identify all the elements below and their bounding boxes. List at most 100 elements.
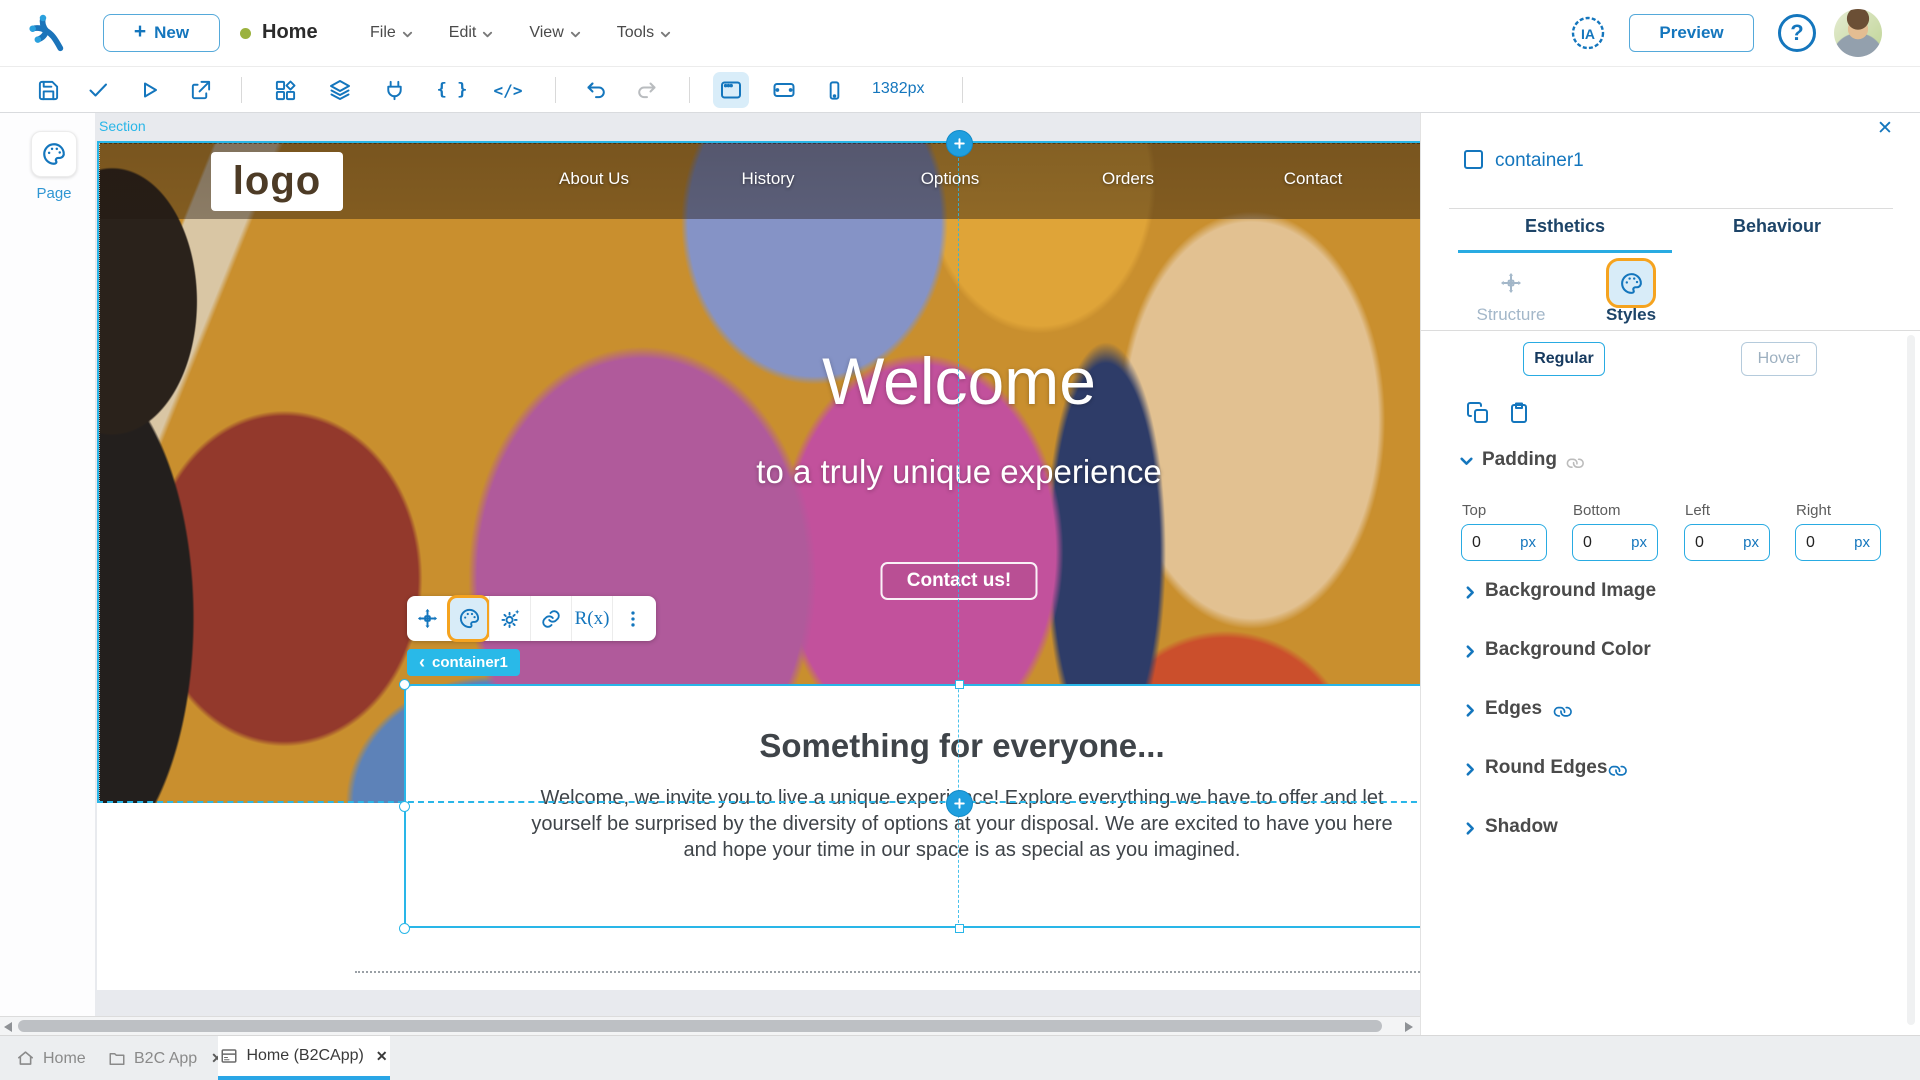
menu-tools[interactable]: Tools xyxy=(617,24,671,42)
tab-behaviour[interactable]: Behaviour xyxy=(1693,216,1861,237)
edges-link-icon[interactable] xyxy=(1545,698,1577,730)
padding-right-input[interactable] xyxy=(1806,533,1851,552)
run-play-icon[interactable] xyxy=(131,72,167,108)
source-code-icon[interactable]: </> xyxy=(490,72,526,108)
subtab-structure-label[interactable]: Structure xyxy=(1461,305,1561,325)
preview-button[interactable]: Preview xyxy=(1629,14,1754,52)
variables-braces-icon[interactable]: { } xyxy=(434,72,470,108)
device-desktop-icon[interactable] xyxy=(713,72,749,108)
app-logo-icon[interactable] xyxy=(26,12,68,54)
background-image-chevron-icon[interactable] xyxy=(1463,585,1478,605)
edges-chevron-icon[interactable] xyxy=(1463,703,1478,723)
bottom-tab-home[interactable]: Home xyxy=(16,1036,86,1080)
selected-widget-tag[interactable]: ‹ container1 xyxy=(407,649,520,676)
design-canvas[interactable]: Section logo About Us History Options Or… xyxy=(95,113,1420,1016)
padding-link-icon[interactable] xyxy=(1558,450,1588,480)
canvas-horizontal-scrollbar[interactable] xyxy=(0,1016,1420,1035)
padding-bottom-label: Bottom xyxy=(1573,502,1621,519)
section-round-edges[interactable]: Round Edges xyxy=(1485,757,1607,779)
integrations-plug-icon[interactable] xyxy=(376,72,412,108)
content-paragraph-line[interactable]: and hope your time in our space is as sp… xyxy=(684,837,1241,863)
device-phone-icon[interactable] xyxy=(816,72,852,108)
undo-icon[interactable] xyxy=(578,72,614,108)
menu-edit[interactable]: Edit xyxy=(449,24,494,42)
background-color-chevron-icon[interactable] xyxy=(1463,644,1478,664)
padding-left-input[interactable] xyxy=(1695,533,1740,552)
widget-toolbar: R(x) xyxy=(407,595,656,642)
hero-subtitle[interactable]: to a truly unique experience xyxy=(756,453,1161,491)
page-label[interactable]: Page xyxy=(0,185,108,202)
help-icon[interactable]: ? xyxy=(1778,14,1816,52)
layers-icon[interactable] xyxy=(322,72,358,108)
user-avatar[interactable] xyxy=(1834,9,1882,57)
state-hover-button[interactable]: Hover xyxy=(1741,342,1817,376)
new-button[interactable]: + New xyxy=(103,14,220,52)
menu-file[interactable]: File xyxy=(370,24,413,42)
nav-link-orders[interactable]: Orders xyxy=(1102,169,1154,189)
add-element-handle[interactable] xyxy=(946,790,973,817)
redo-icon[interactable] xyxy=(629,72,665,108)
menu-view-label: View xyxy=(529,24,564,41)
section-shadow[interactable]: Shadow xyxy=(1485,816,1558,838)
scrollbar-thumb[interactable] xyxy=(18,1020,1382,1032)
more-options-icon[interactable] xyxy=(612,596,653,641)
bottom-tab-home-b2capp-active[interactable]: Home (B2CApp) ✕ xyxy=(218,1036,390,1080)
section-selection-label[interactable]: Section xyxy=(99,118,146,134)
menu-view[interactable]: View xyxy=(529,24,580,42)
save-icon[interactable] xyxy=(30,72,66,108)
state-regular-button[interactable]: Regular xyxy=(1523,342,1605,376)
nav-link-options[interactable]: Options xyxy=(921,169,980,189)
panel-scrollbar[interactable] xyxy=(1907,335,1915,1025)
section-background-image[interactable]: Background Image xyxy=(1485,580,1656,602)
padding-collapse-chevron-icon[interactable] xyxy=(1459,454,1474,474)
padding-bottom-input[interactable] xyxy=(1583,533,1628,552)
styles-palette-icon[interactable] xyxy=(447,595,490,642)
move-widget-icon[interactable] xyxy=(407,596,448,641)
close-tab-icon[interactable]: ✕ xyxy=(376,1048,388,1065)
paste-styles-icon[interactable] xyxy=(1507,401,1531,430)
resize-handle[interactable] xyxy=(399,679,410,690)
ai-assistant-icon[interactable]: IA xyxy=(1566,11,1610,55)
container1-widget[interactable]: Something for everyone... Welcome, we in… xyxy=(404,684,1420,928)
menu-file-label: File xyxy=(370,24,396,41)
site-logo-text: logo xyxy=(232,159,322,203)
scroll-left-arrow-icon[interactable] xyxy=(4,1022,13,1032)
hero-title[interactable]: Welcome xyxy=(822,343,1096,419)
nav-link-history[interactable]: History xyxy=(742,169,795,189)
subtab-styles-icon[interactable] xyxy=(1606,258,1656,308)
section-edges[interactable]: Edges xyxy=(1485,698,1542,720)
padding-top-input[interactable] xyxy=(1472,533,1517,552)
cta-button[interactable]: Contact us! xyxy=(880,562,1038,600)
validate-check-icon[interactable] xyxy=(80,72,116,108)
add-element-handle[interactable] xyxy=(946,130,973,157)
page-styles-palette-icon[interactable] xyxy=(31,131,77,177)
subtab-structure-icon[interactable] xyxy=(1489,261,1533,305)
resize-handle[interactable] xyxy=(399,923,410,934)
copy-styles-icon[interactable] xyxy=(1466,401,1490,430)
resize-handle[interactable] xyxy=(399,801,410,812)
shadow-chevron-icon[interactable] xyxy=(1463,821,1478,841)
link-icon[interactable] xyxy=(530,596,571,641)
section-background-color[interactable]: Background Color xyxy=(1485,639,1651,661)
round-edges-chevron-icon[interactable] xyxy=(1463,762,1478,782)
rules-rx-icon[interactable]: R(x) xyxy=(571,596,612,641)
nav-link-contact[interactable]: Contact xyxy=(1284,169,1343,189)
padding-section-title[interactable]: Padding xyxy=(1482,449,1557,471)
export-icon[interactable] xyxy=(182,72,218,108)
tab-esthetics[interactable]: Esthetics xyxy=(1481,216,1649,237)
page-window-icon xyxy=(221,1049,237,1063)
nav-link-about[interactable]: About Us xyxy=(559,169,629,189)
device-tablet-icon[interactable] xyxy=(766,72,802,108)
panel-close-icon[interactable]: ✕ xyxy=(1877,117,1893,140)
site-logo[interactable]: logo xyxy=(211,152,343,211)
subtab-styles-label[interactable]: Styles xyxy=(1581,305,1681,325)
bottom-tab-b2c-app[interactable]: B2C App ✕ xyxy=(108,1036,223,1080)
viewport-width-value: 1382px xyxy=(872,80,925,97)
resize-handle[interactable] xyxy=(955,924,964,933)
widgets-blocks-icon[interactable] xyxy=(267,72,303,108)
settings-gear-icon[interactable] xyxy=(489,596,530,641)
content-heading[interactable]: Something for everyone... xyxy=(759,727,1164,765)
resize-handle[interactable] xyxy=(955,680,964,689)
widget-select-checkbox[interactable] xyxy=(1464,150,1483,169)
scroll-right-arrow-icon[interactable] xyxy=(1404,1022,1413,1032)
